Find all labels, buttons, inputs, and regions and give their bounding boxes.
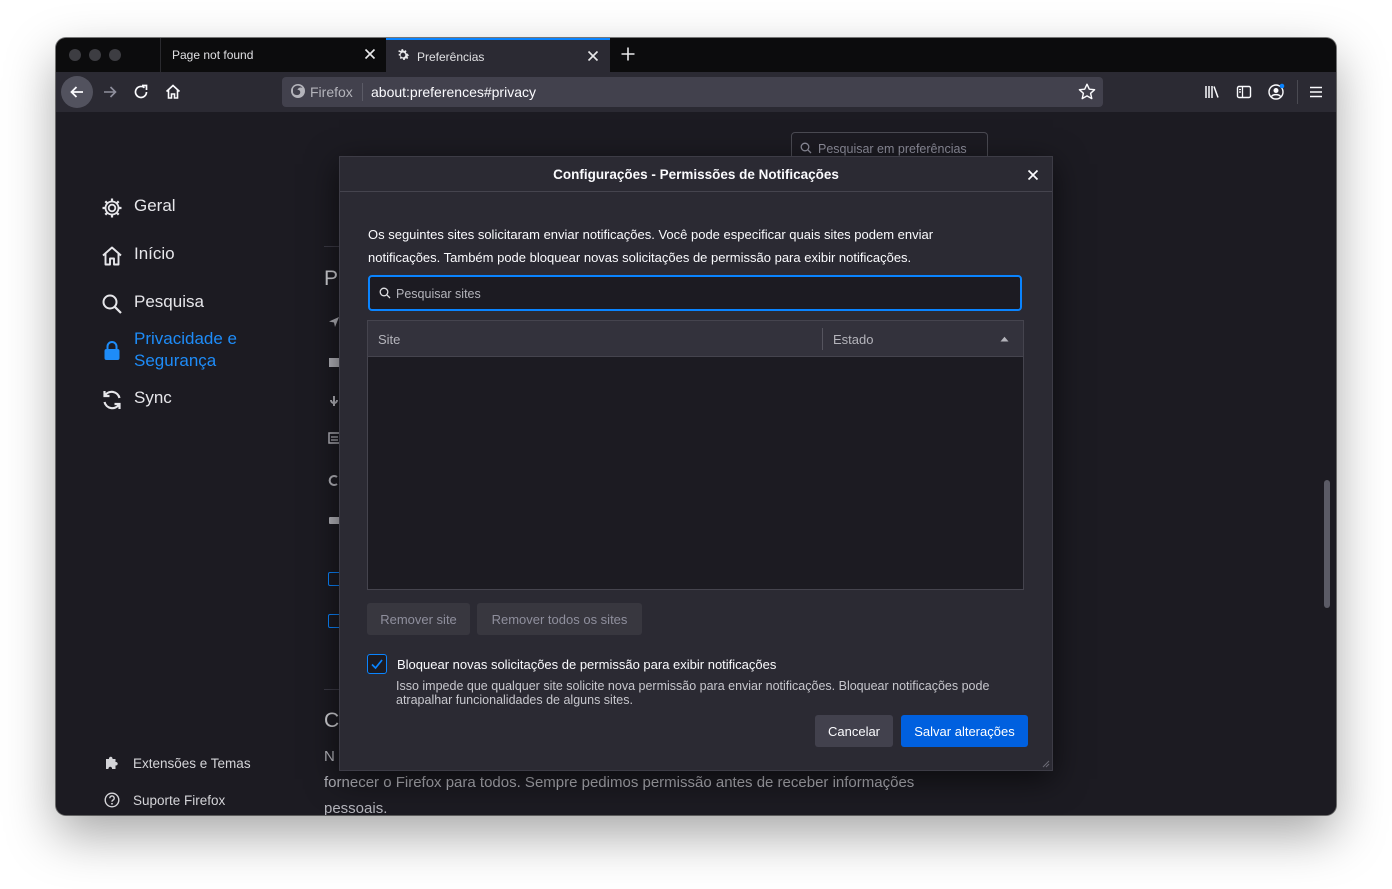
cancel-button[interactable]: Cancelar (815, 715, 893, 747)
identity-label: Firefox (310, 84, 353, 100)
dialog-header: Configurações - Permissões de Notificaçõ… (340, 157, 1052, 192)
sidebar-support-label: Suporte Firefox (133, 792, 226, 808)
url-divider (362, 83, 363, 101)
back-button[interactable] (61, 76, 93, 108)
column-header-estado[interactable]: Estado (833, 332, 873, 347)
sort-ascending-icon (1000, 336, 1009, 342)
column-separator[interactable] (822, 328, 823, 350)
remove-all-sites-button[interactable]: Remover todos os sites (477, 603, 642, 635)
table-header: Site Estado (368, 321, 1023, 357)
window-close-dot[interactable] (69, 49, 81, 61)
menu-button[interactable] (1302, 78, 1330, 106)
search-icon (800, 142, 812, 154)
close-icon[interactable] (586, 49, 600, 63)
resize-grip-icon[interactable] (1040, 758, 1050, 768)
window-minimize-dot[interactable] (89, 49, 101, 61)
sidebar-item-label: Início (134, 244, 175, 263)
url-bar[interactable]: Firefox about:preferences#privacy (282, 77, 1103, 107)
gear-icon (395, 47, 411, 63)
sites-table: Site Estado (367, 320, 1024, 590)
sidebar-item-label: Sync (134, 388, 172, 407)
home-icon (165, 84, 181, 99)
sidebar-support-link[interactable]: Suporte Firefox (103, 791, 225, 809)
background-text-line: fornecer o Firefox para todos. Sempre pe… (324, 774, 915, 791)
sidebar-item-pesquisa[interactable]: Pesquisa (100, 292, 204, 316)
toolbar-separator (1297, 80, 1298, 104)
block-requests-checkbox[interactable] (367, 654, 387, 674)
tab-preferencias[interactable]: Preferências (386, 38, 610, 72)
tab-title: Preferências (417, 50, 485, 64)
reload-button[interactable] (127, 78, 155, 106)
reload-icon (134, 84, 148, 99)
search-icon (379, 287, 391, 299)
sidebar-extensions-link[interactable]: Extensões e Temas (103, 754, 251, 772)
tab-title: Page not found (172, 48, 254, 62)
account-icon (1268, 83, 1285, 100)
sidebar-item-label: Privacidade e Segurança (134, 329, 238, 370)
sync-icon (100, 388, 124, 412)
preferences-page: Pesquisar em preferências Geral Início P… (56, 112, 1336, 815)
lock-icon (100, 339, 124, 363)
library-icon (1205, 86, 1219, 98)
save-changes-button[interactable]: Salvar alterações (901, 715, 1028, 747)
tab-page-not-found[interactable]: Page not found (160, 38, 386, 72)
preferences-search-placeholder: Pesquisar em preferências (818, 142, 967, 156)
close-icon[interactable] (363, 47, 377, 61)
remove-site-button[interactable]: Remover site (367, 603, 470, 635)
search-icon (100, 292, 124, 316)
help-icon (103, 791, 121, 809)
sidebar-icon (1236, 85, 1252, 99)
section-heading-partial: P (324, 267, 339, 290)
page-scrollbar-thumb[interactable] (1324, 480, 1330, 608)
background-text-line: pessoais. (324, 800, 388, 815)
bookmark-star-icon[interactable] (1077, 82, 1097, 107)
dialog-description: Os seguintes sites solicitaram enviar no… (368, 227, 934, 265)
sidebar-item-label: Geral (134, 196, 176, 215)
notification-permissions-dialog: Configurações - Permissões de Notificaçõ… (339, 156, 1053, 771)
navigation-toolbar: Firefox about:preferences#privacy (56, 72, 1336, 112)
background-text-partial: N (324, 748, 335, 765)
sidebar-item-sync[interactable]: Sync (100, 388, 172, 412)
new-tab-plus-icon[interactable] (620, 46, 636, 62)
block-requests-label[interactable]: Bloquear novas solicitações de permissão… (397, 657, 776, 672)
sidebar-item-inicio[interactable]: Início (100, 244, 175, 268)
library-button[interactable] (1198, 78, 1226, 106)
browser-window: Page not found Preferências Firefox abou… (56, 38, 1336, 815)
identity-box[interactable]: Firefox (290, 77, 353, 107)
window-zoom-dot[interactable] (109, 49, 121, 61)
checkmark-icon (371, 659, 383, 670)
section-heading-partial: C (324, 709, 340, 732)
sidebar-item-privacidade[interactable]: Privacidade e Segurança (100, 328, 254, 372)
home-icon (100, 244, 124, 268)
column-header-site[interactable]: Site (378, 332, 400, 347)
site-search-field[interactable] (368, 275, 1022, 311)
puzzle-icon (103, 754, 121, 772)
dialog-title: Configurações - Permissões de Notificaçõ… (553, 167, 839, 182)
block-requests-description: Isso impede que qualquer site solicite n… (396, 679, 990, 707)
sidebar-item-geral[interactable]: Geral (100, 196, 176, 220)
close-icon[interactable] (1026, 168, 1040, 182)
url-text[interactable]: about:preferences#privacy (371, 84, 536, 100)
sidebar-toggle-button[interactable] (1230, 78, 1258, 106)
tab-strip: Page not found Preferências (56, 38, 1336, 72)
hamburger-menu-icon (1310, 86, 1322, 98)
firefox-logo-icon (290, 83, 306, 102)
gear-icon (100, 196, 124, 220)
account-button[interactable] (1262, 78, 1290, 106)
home-button[interactable] (159, 78, 187, 106)
forward-button[interactable] (96, 78, 124, 106)
arrow-left-icon (70, 86, 83, 98)
arrow-right-icon (104, 86, 117, 98)
sidebar-extensions-label: Extensões e Temas (133, 755, 251, 771)
site-search-input[interactable] (396, 284, 996, 304)
sidebar-item-label: Pesquisa (134, 292, 204, 311)
